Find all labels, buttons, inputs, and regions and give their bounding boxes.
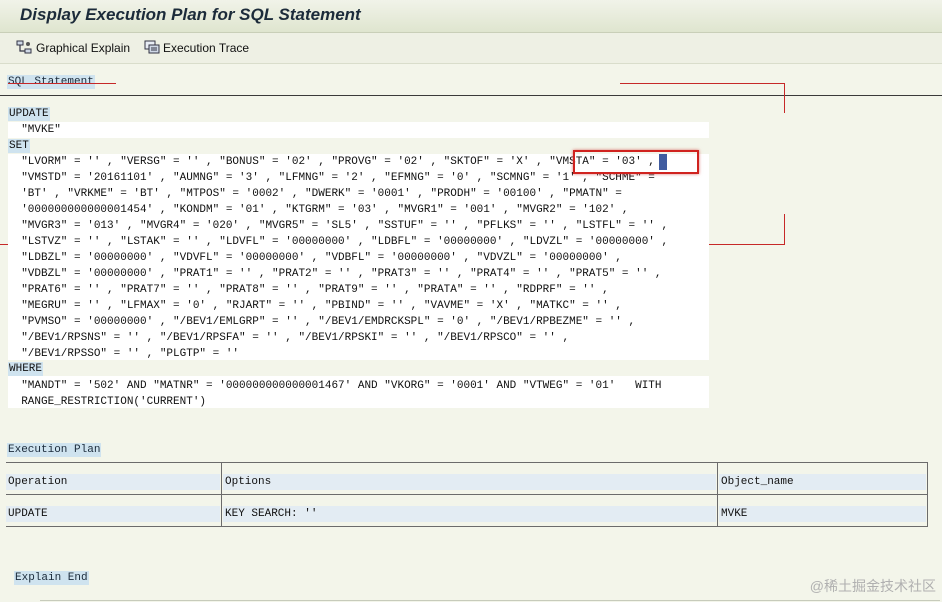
- annotation-line: [784, 83, 785, 113]
- graphical-explain-label: Graphical Explain: [36, 40, 131, 55]
- sql-statement-heading: SQL Statement: [7, 75, 95, 89]
- sql-line: 'BT' , "VRKME" = 'BT' , "MTPOS" = '0002'…: [8, 188, 622, 200]
- sql-line: "LSTVZ" = '' , "LSTAK" = '' , "LDVFL" = …: [8, 236, 669, 248]
- annotation-line: [784, 214, 785, 244]
- explain-end-label: Explain End: [14, 571, 89, 585]
- execution-trace-icon: [144, 40, 160, 55]
- main-content: SQL Statement UPDATE "MVKE" SET "LVORM" …: [0, 64, 942, 602]
- column-header-options: Options: [225, 476, 272, 488]
- sql-table-line: "MVKE": [8, 124, 61, 136]
- execution-plan-heading: Execution Plan: [7, 443, 102, 457]
- annotation-line: [8, 83, 116, 84]
- sql-line: "/BEV1/RPSNS" = '' , "/BEV1/RPSFA" = '' …: [8, 332, 570, 344]
- column-header-object-name: Object_name: [721, 476, 794, 488]
- title-bar: Display Execution Plan for SQL Statement: [0, 0, 942, 33]
- highlight-box: [573, 150, 699, 174]
- sql-line: "MEGRU" = '' , "LFMAX" = '0' , "RJART" =…: [8, 300, 622, 312]
- annotation-line: [620, 83, 784, 84]
- sql-line: "VMSTD" = '20161101' , "AUMNG" = '3' , "…: [8, 172, 655, 184]
- keyword-update: UPDATE: [8, 107, 50, 121]
- sql-line: '000000000000001454' , "KONDM" = '01' , …: [8, 204, 629, 216]
- watermark: @稀土掘金技术社区: [809, 578, 936, 594]
- sql-line: "VDBZL" = '00000000' , "PRAT1" = '' , "P…: [8, 268, 662, 280]
- graphical-explain-icon: [16, 40, 33, 55]
- table-cell: UPDATE: [8, 508, 48, 520]
- execution-trace-label: Execution Trace: [163, 40, 250, 55]
- table-cell: KEY SEARCH: '': [225, 508, 318, 520]
- sql-line: "MVGR3" = '013' , "MVGR4" = '020' , "MVG…: [8, 220, 669, 232]
- sql-line: "LDBZL" = '00000000' , "VDVFL" = '000000…: [8, 252, 622, 264]
- sql-line: "LVORM" = '' , "VERSG" = '' , "BONUS" = …: [8, 156, 655, 168]
- separator: [0, 95, 942, 96]
- sql-line: "PRAT6" = '' , "PRAT7" = '' , "PRAT8" = …: [8, 284, 609, 296]
- keyword-where: WHERE: [8, 362, 44, 376]
- table-cell: MVKE: [721, 508, 748, 520]
- toolbar: Graphical Explain Execution Trace: [0, 33, 942, 64]
- keyword-set: SET: [8, 139, 30, 153]
- column-header-operation: Operation: [8, 476, 68, 488]
- bottom-divider: [40, 600, 940, 601]
- window-title: Display Execution Plan for SQL Statement: [20, 5, 361, 24]
- sql-line: "PVMSO" = '00000000' , "/BEV1/EMLGRP" = …: [8, 316, 636, 328]
- sql-box: [8, 122, 709, 138]
- execution-trace-button[interactable]: Execution Trace: [144, 40, 249, 55]
- graphical-explain-button[interactable]: Graphical Explain: [16, 40, 130, 55]
- text-selection: [659, 154, 667, 170]
- sql-line: RANGE_RESTRICTION('CURRENT'): [8, 396, 207, 408]
- sql-line: "MANDT" = '502' AND "MATNR" = '000000000…: [8, 380, 662, 392]
- sql-line: "/BEV1/RPSSO" = '' , "PLGTP" = '': [8, 348, 240, 360]
